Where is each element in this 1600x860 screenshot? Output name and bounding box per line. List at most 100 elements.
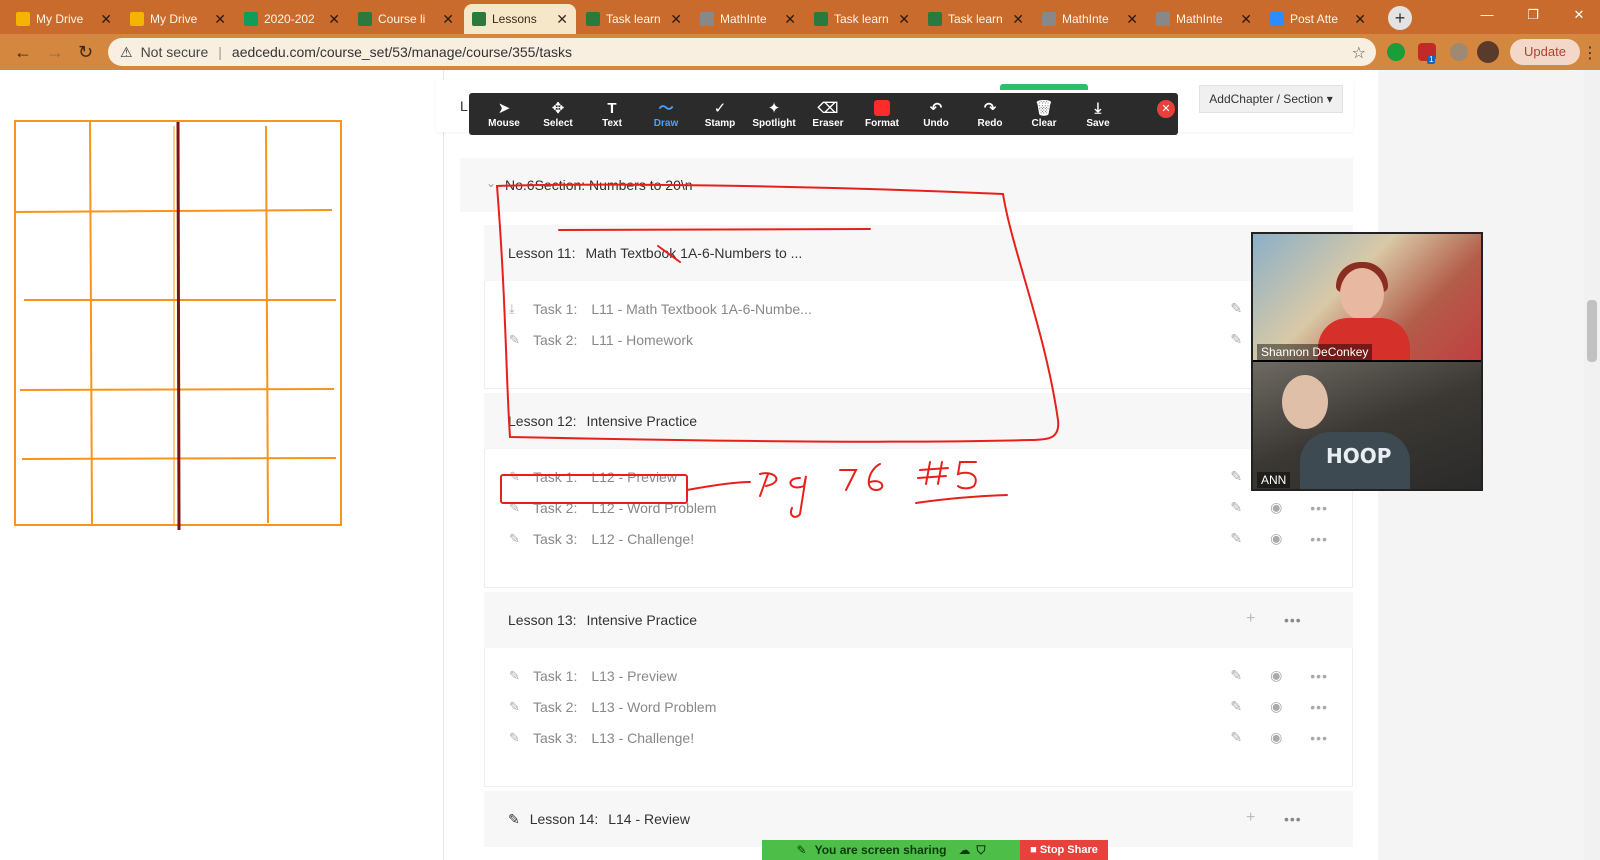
browser-tab[interactable]: Lessons ✕ xyxy=(464,4,576,34)
bookmark-star-icon[interactable]: ☆ xyxy=(1352,43,1366,63)
stop-share-button[interactable]: ■ Stop Share xyxy=(1020,840,1108,860)
browser-tab[interactable]: Task learn ✕ xyxy=(806,4,918,34)
pencil-icon: ✎ xyxy=(509,699,520,714)
publish-button-edge[interactable] xyxy=(1000,84,1088,90)
close-tab-icon[interactable]: ✕ xyxy=(214,11,226,28)
tool-format[interactable]: Format xyxy=(855,99,909,129)
close-tab-icon[interactable]: ✕ xyxy=(1354,11,1366,28)
new-tab-button[interactable]: + xyxy=(1388,6,1412,30)
tool-stamp[interactable]: ✓ Stamp xyxy=(693,100,747,129)
edit-pencil-icon[interactable]: ✎ xyxy=(1230,499,1242,516)
url-text: aedcedu.com/course_set/53/manage/course/… xyxy=(231,44,573,60)
close-tab-icon[interactable]: ✕ xyxy=(670,11,682,28)
browser-tab[interactable]: Post Atte ✕ xyxy=(1262,4,1374,34)
task-row[interactable]: ✎ Task 1: L13 - Preview xyxy=(509,665,677,687)
drag-handle-icon[interactable]: ✎ xyxy=(797,843,807,857)
browser-tab[interactable]: MathInte ✕ xyxy=(692,4,804,34)
spotlight-icon: ✦ xyxy=(767,99,781,117)
edit-pencil-icon[interactable]: ✎ xyxy=(1230,698,1242,715)
more-options-icon[interactable]: ••• xyxy=(1284,811,1302,827)
collapse-chevron-icon[interactable]: ⌄ xyxy=(486,176,496,190)
browser-tab[interactable]: Task learn ✕ xyxy=(920,4,1032,34)
tool-redo[interactable]: ↷ Redo xyxy=(963,100,1017,129)
forward-button[interactable]: → xyxy=(46,42,64,63)
lesson-header[interactable]: Lesson 12: Intensive Practice xyxy=(484,393,1353,449)
task-row[interactable]: ✎ Task 2: L12 - Word Problem xyxy=(509,497,716,519)
update-button[interactable]: Update xyxy=(1510,39,1580,65)
close-tab-icon[interactable]: ✕ xyxy=(328,11,340,28)
address-bar[interactable]: ⚠ Not secure | aedcedu.com/course_set/53… xyxy=(108,38,1376,66)
browser-tab[interactable]: 2020-202 ✕ xyxy=(236,4,348,34)
close-annotation-icon[interactable]: ✕ xyxy=(1157,100,1175,118)
tool-undo[interactable]: ↶ Undo xyxy=(909,100,963,129)
preview-eye-icon[interactable]: ◉ xyxy=(1270,729,1282,746)
add-chapter-label: AddChapter / Section xyxy=(1209,92,1324,106)
task-row[interactable]: ✎ Task 2: L13 - Word Problem xyxy=(509,696,716,718)
add-chapter-section-button[interactable]: AddChapter / Section ▾ xyxy=(1199,85,1343,113)
scrollbar-thumb[interactable] xyxy=(1587,300,1597,362)
close-tab-icon[interactable]: ✕ xyxy=(898,11,910,28)
lesson-header[interactable]: Lesson 13: Intensive Practice + ••• xyxy=(484,592,1353,648)
edit-pencil-icon[interactable]: ✎ xyxy=(1230,530,1242,547)
lesson-header[interactable]: ✎ Lesson 14: L14 - Review + ••• xyxy=(484,791,1353,847)
extension-green-icon[interactable] xyxy=(1387,43,1405,61)
more-options-icon[interactable]: ••• xyxy=(1310,699,1328,715)
edit-pencil-icon[interactable]: ✎ xyxy=(1230,468,1242,485)
preview-eye-icon[interactable]: ◉ xyxy=(1270,667,1282,684)
lesson-header[interactable]: Lesson 11: Math Textbook 1A-6-Numbers to … xyxy=(484,225,1353,281)
back-button[interactable]: ← xyxy=(14,42,32,63)
task-row[interactable]: ✎ Task 3: L12 - Challenge! xyxy=(509,528,694,550)
browser-tab[interactable]: Task learn ✕ xyxy=(578,4,690,34)
more-options-icon[interactable]: ••• xyxy=(1310,668,1328,684)
preview-eye-icon[interactable]: ◉ xyxy=(1270,698,1282,715)
close-tab-icon[interactable]: ✕ xyxy=(1240,11,1252,28)
edit-pencil-icon[interactable]: ✎ xyxy=(1230,331,1242,348)
close-tab-icon[interactable]: ✕ xyxy=(1126,11,1138,28)
edit-pencil-icon[interactable]: ✎ xyxy=(1230,729,1242,746)
minimize-window-button[interactable]: — xyxy=(1464,0,1510,30)
browser-tab[interactable]: MathInte ✕ xyxy=(1034,4,1146,34)
more-options-icon[interactable]: ••• xyxy=(1284,612,1302,628)
close-tab-icon[interactable]: ✕ xyxy=(556,11,568,28)
add-icon[interactable]: + xyxy=(1246,610,1255,628)
lesson-number: Lesson 14: xyxy=(529,811,599,827)
task-row[interactable]: ✎ Task 3: L13 - Challenge! xyxy=(509,727,694,749)
close-window-button[interactable]: ✕ xyxy=(1556,0,1600,30)
close-tab-icon[interactable]: ✕ xyxy=(784,11,796,28)
tool-spotlight[interactable]: ✦ Spotlight xyxy=(747,100,801,129)
browser-tab[interactable]: MathInte ✕ xyxy=(1148,4,1260,34)
tool-label: Clear xyxy=(1031,117,1057,129)
more-options-icon[interactable]: ••• xyxy=(1310,531,1328,547)
tool-draw[interactable]: 〜 Draw xyxy=(639,100,693,129)
browser-tab[interactable]: My Drive ✕ xyxy=(122,4,234,34)
profile-avatar[interactable] xyxy=(1477,41,1499,63)
edit-pencil-icon[interactable]: ✎ xyxy=(1230,300,1242,317)
close-tab-icon[interactable]: ✕ xyxy=(100,11,112,28)
browser-menu-icon[interactable]: ⋮ xyxy=(1582,43,1598,63)
close-tab-icon[interactable]: ✕ xyxy=(442,11,454,28)
restore-window-button[interactable]: ❐ xyxy=(1510,0,1556,30)
tool-mouse[interactable]: ➤ Mouse xyxy=(477,100,531,129)
add-icon[interactable]: + xyxy=(1246,809,1255,827)
page-scrollbar[interactable] xyxy=(1584,70,1600,860)
tool-select[interactable]: ✥ Select xyxy=(531,100,585,129)
tool-clear[interactable]: 🗑 Clear xyxy=(1017,100,1071,129)
tool-save[interactable]: ⤓ Save xyxy=(1071,100,1125,129)
tool-eraser[interactable]: ⌫ Eraser xyxy=(801,100,855,129)
tool-text[interactable]: T Text xyxy=(585,100,639,129)
task-row[interactable]: ✎ Task 1: L12 - Preview xyxy=(509,466,677,488)
reload-button[interactable]: ↻ xyxy=(78,42,93,63)
task-row[interactable]: ⤓ Task 1: L11 - Math Textbook 1A-6-Numbe..… xyxy=(509,298,812,320)
task-row[interactable]: ✎ Task 2: L11 - Homework xyxy=(509,329,693,351)
extension-puzzle-icon[interactable] xyxy=(1450,43,1468,61)
more-options-icon[interactable]: ••• xyxy=(1310,730,1328,746)
browser-tab[interactable]: My Drive ✕ xyxy=(8,4,120,34)
browser-tab[interactable]: Course li ✕ xyxy=(350,4,462,34)
close-tab-icon[interactable]: ✕ xyxy=(1012,11,1024,28)
tool-label: Mouse xyxy=(488,117,520,129)
preview-eye-icon[interactable]: ◉ xyxy=(1270,499,1282,516)
edit-pencil-icon[interactable]: ✎ xyxy=(1230,667,1242,684)
section-row[interactable]: ⌄ No.6Section: Numbers to 20\n + ••• xyxy=(460,158,1353,212)
preview-eye-icon[interactable]: ◉ xyxy=(1270,530,1282,547)
more-options-icon[interactable]: ••• xyxy=(1310,500,1328,516)
